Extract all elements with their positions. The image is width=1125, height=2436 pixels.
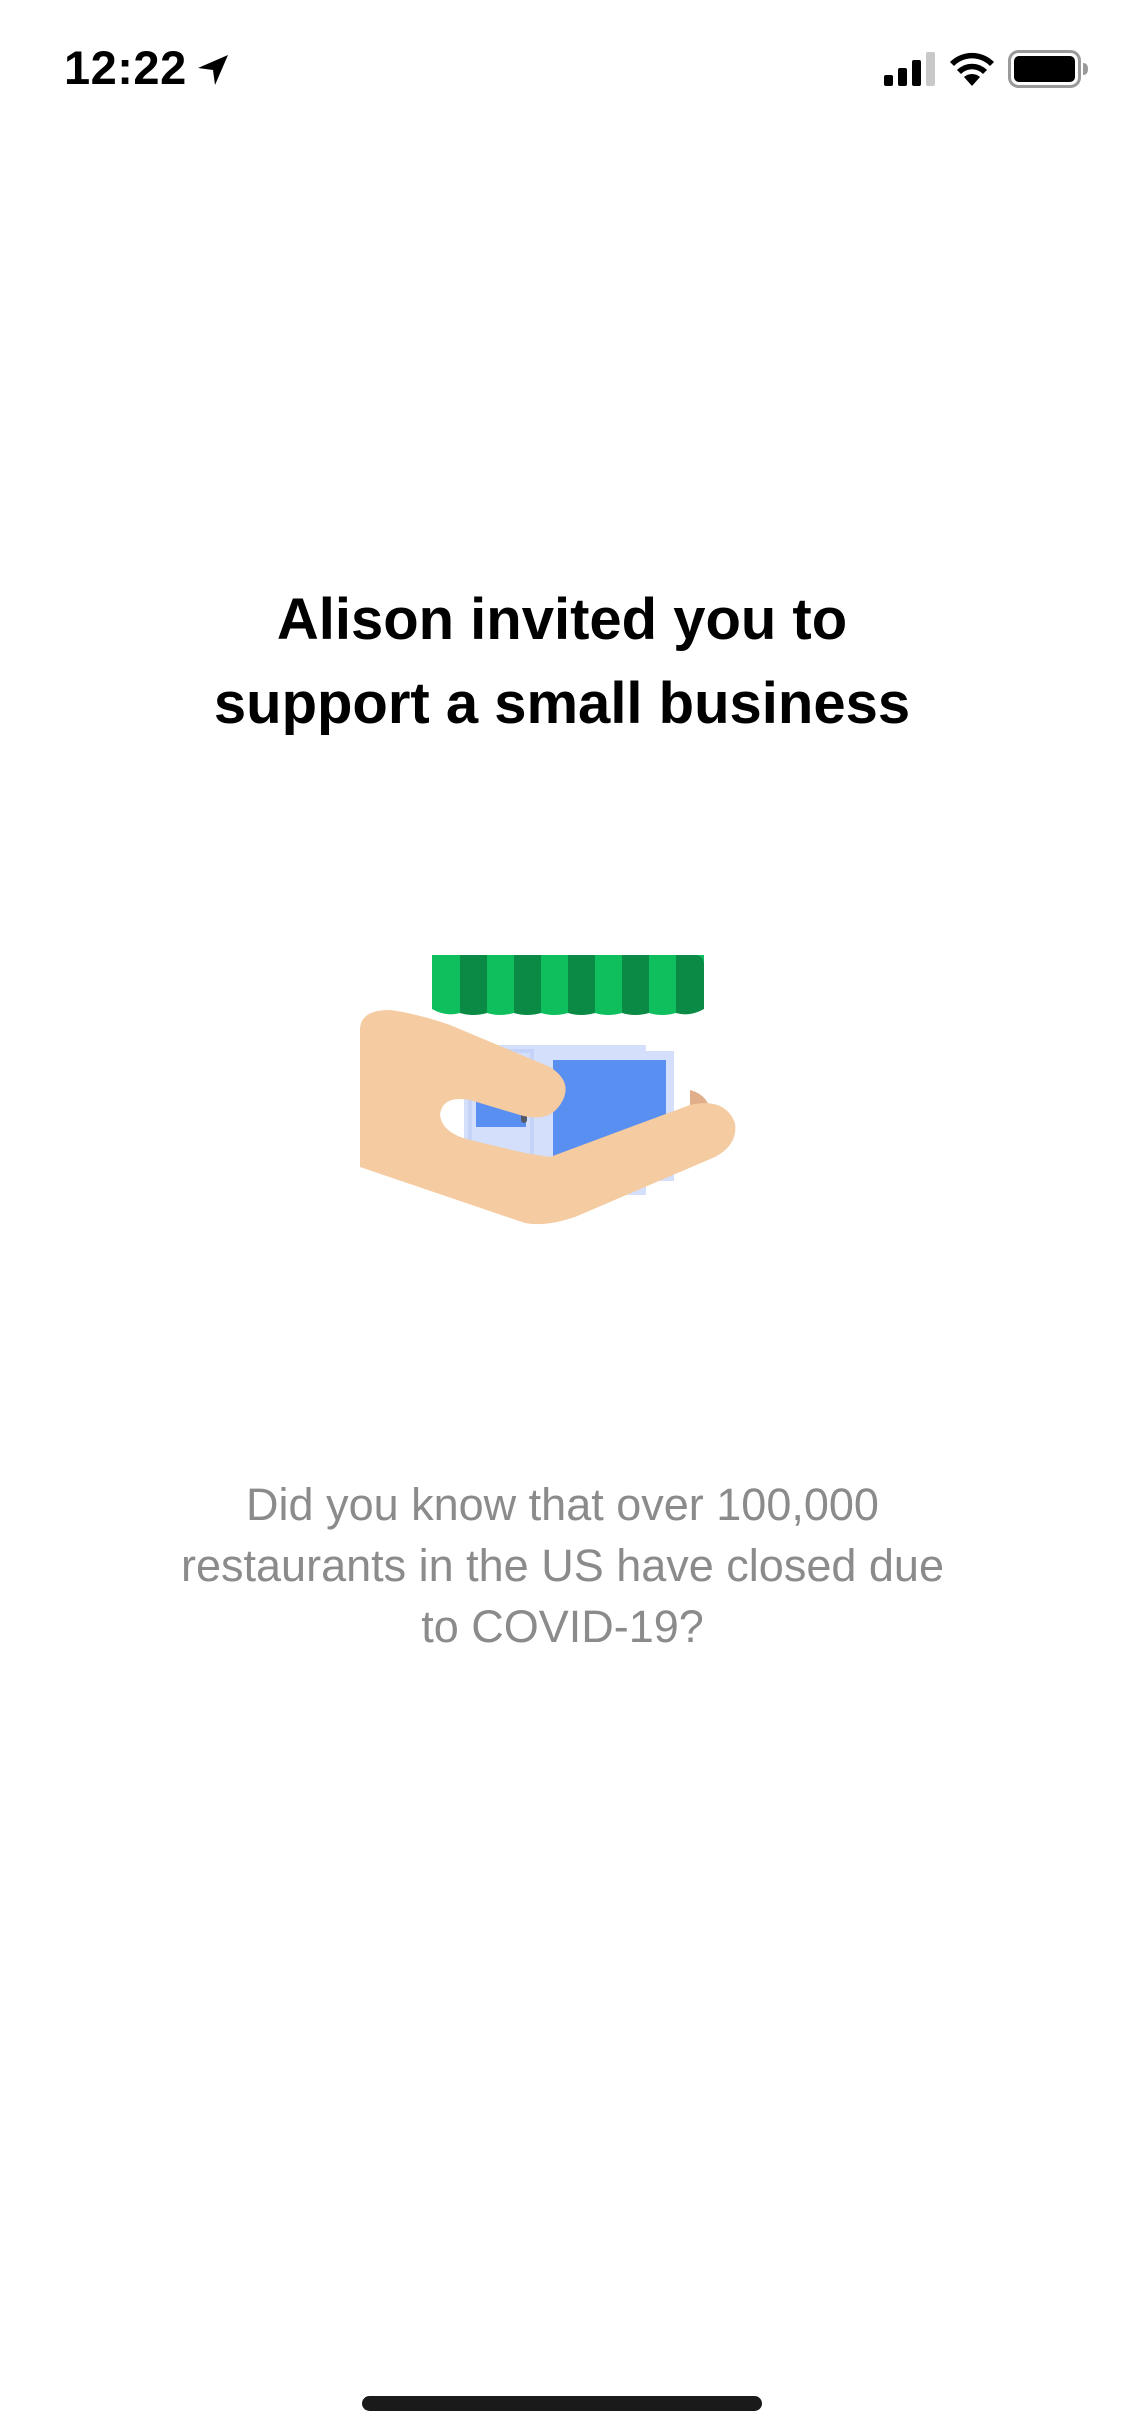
home-indicator[interactable] (362, 2396, 762, 2411)
headline-line-1: Alison invited you to (276, 587, 848, 652)
wifi-icon (950, 52, 994, 86)
battery-icon (1008, 50, 1088, 88)
invite-headline: Alison invited you to support a small bu… (62, 578, 1062, 746)
hand-holding-storefront-icon (360, 955, 736, 1225)
fact-line-2: restaurants in the US have closed due (181, 1540, 944, 1591)
location-arrow-icon (198, 55, 228, 85)
awning (432, 955, 704, 1015)
headline-line-2: support a small business (213, 671, 911, 736)
status-bar: 12:22 (0, 0, 1125, 140)
fact-line-3: to COVID-19? (421, 1601, 704, 1652)
cellular-signal-icon (884, 52, 935, 86)
fact-line-1: Did you know that over 100,000 (246, 1479, 879, 1530)
covid-fact-text: Did you know that over 100,000 restauran… (100, 1474, 1025, 1657)
status-time: 12:22 (64, 41, 187, 94)
